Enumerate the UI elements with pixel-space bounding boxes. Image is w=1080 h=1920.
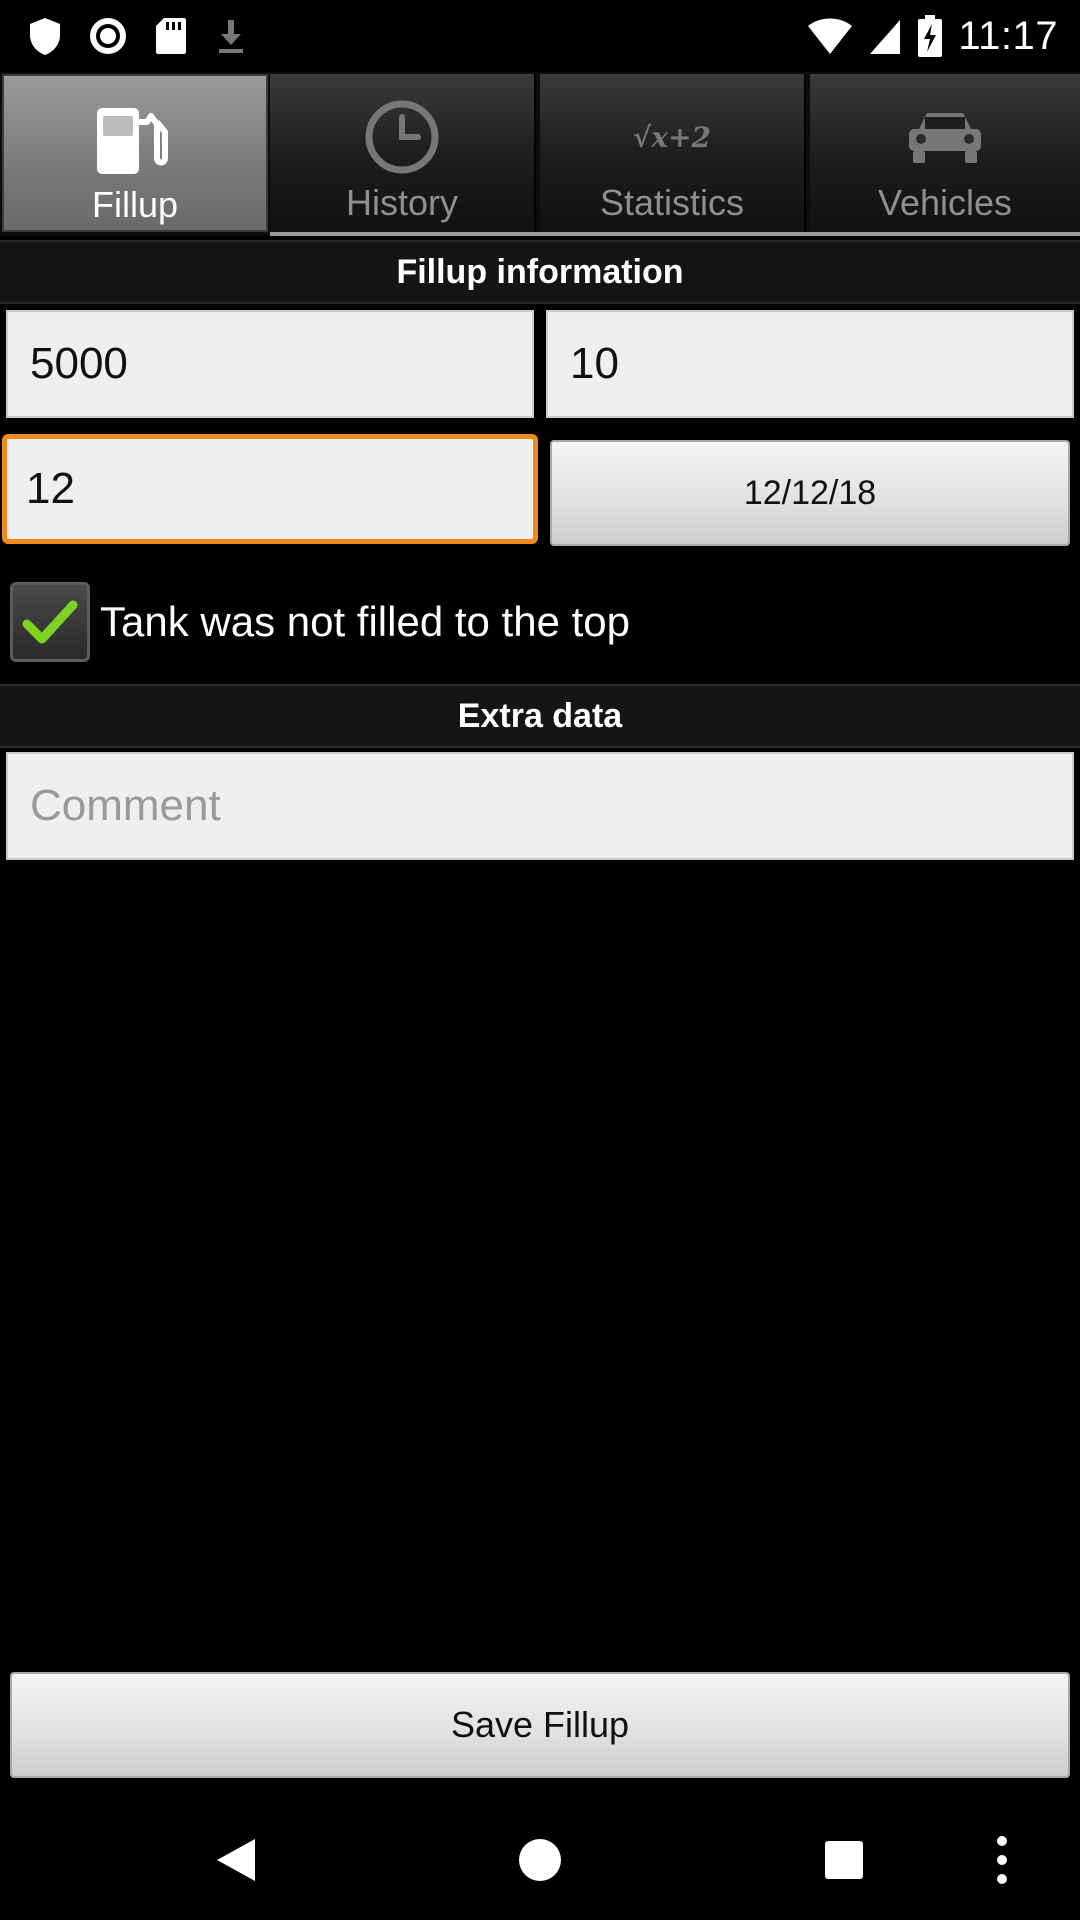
navigation-bar	[0, 1800, 1080, 1920]
back-icon[interactable]	[206, 1830, 266, 1890]
comment-field[interactable]: Comment	[6, 752, 1074, 860]
tab-label: Fillup	[91, 184, 179, 225]
clock-icon	[270, 96, 534, 178]
status-bar: 11:17	[0, 0, 1080, 72]
record-icon	[88, 16, 128, 56]
tab-vehicles[interactable]: Vehicles	[810, 74, 1080, 232]
recents-icon[interactable]	[814, 1830, 874, 1890]
tab-label: Statistics	[599, 182, 745, 223]
tab-label: Vehicles	[877, 182, 1013, 223]
shield-icon	[28, 16, 62, 56]
tab-history[interactable]: History	[270, 74, 536, 232]
price-field[interactable]: 12	[2, 434, 538, 544]
sd-card-icon	[154, 16, 188, 56]
car-icon	[810, 96, 1080, 178]
tab-label: History	[345, 182, 458, 223]
volume-field[interactable]: 10	[546, 310, 1074, 418]
odometer-field[interactable]: 5000	[6, 310, 534, 418]
partial-fill-label[interactable]: Tank was not filled to the top	[100, 590, 630, 654]
battery-charging-icon	[916, 14, 944, 58]
tab-bar: Fillup History √x+2 Statistics Vehicles	[0, 72, 1080, 236]
save-fillup-button[interactable]: Save Fillup	[10, 1672, 1070, 1778]
tab-fillup[interactable]: Fillup	[2, 74, 268, 232]
date-button[interactable]: 12/12/18	[550, 440, 1070, 546]
home-icon[interactable]	[510, 1830, 570, 1890]
download-icon	[214, 16, 248, 56]
tab-statistics[interactable]: √x+2 Statistics	[540, 74, 806, 232]
status-right-icons: 11:17	[806, 8, 1058, 64]
status-left-icons	[28, 12, 248, 60]
wifi-icon	[806, 16, 854, 56]
formula-icon: √x+2	[632, 120, 712, 154]
clock: 11:17	[958, 13, 1058, 58]
fillup-section-header: Fillup information	[0, 240, 1080, 304]
extra-section-header: Extra data	[0, 684, 1080, 748]
partial-fill-checkbox[interactable]	[10, 582, 90, 662]
checkmark-icon	[22, 600, 78, 644]
overflow-menu-icon[interactable]	[972, 1830, 1032, 1890]
signal-icon	[868, 16, 902, 56]
tab-underline	[270, 232, 1080, 236]
fuel-pump-icon	[4, 98, 266, 180]
